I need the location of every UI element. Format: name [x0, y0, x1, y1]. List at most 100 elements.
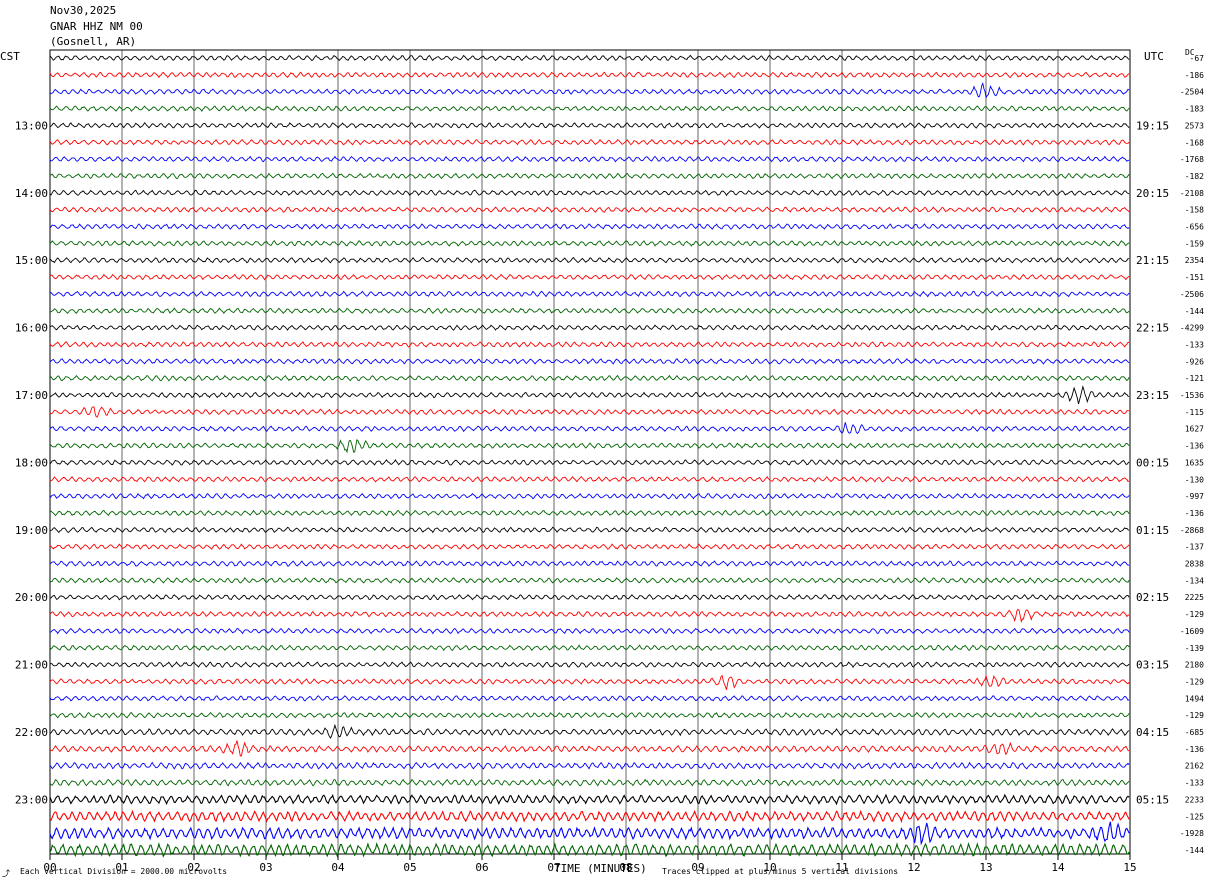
dc-offset-label: -129	[1185, 677, 1204, 686]
seismic-trace	[49, 54, 1130, 62]
seismic-trace	[49, 509, 1130, 517]
dc-offset-label: -4299	[1180, 324, 1204, 333]
dc-offset-label: -129	[1185, 711, 1204, 720]
left-hour-label: 16:00	[15, 322, 48, 335]
left-hour-label: 21:00	[15, 659, 48, 672]
seismic-trace	[49, 172, 1130, 180]
scale-icon: ⤴	[2, 869, 10, 878]
dc-offset-label: -1768	[1180, 155, 1204, 164]
dc-offset-label: 2180	[1185, 661, 1204, 670]
x-tick-label: 13	[979, 861, 992, 874]
helicorder-plot: 00 01 02 03 04 05 06 07 08 09 10 11 12 13 14 15-67-186-…	[15, 49, 1204, 874]
right-hour-label: 05:15	[1136, 793, 1169, 806]
dc-offset-label: -656	[1185, 223, 1204, 232]
seismic-trace	[49, 577, 1130, 584]
plot-frame	[49, 49, 1131, 855]
seismic-trace	[49, 740, 1130, 757]
dc-offset-label: -158	[1185, 206, 1204, 215]
seismic-trace	[49, 793, 1130, 806]
seismic-trace	[49, 723, 1130, 739]
right-hour-label: 02:15	[1136, 591, 1169, 604]
dc-offset-label: 2225	[1185, 593, 1204, 602]
dc-offset-label: 2233	[1185, 795, 1204, 804]
dc-offset-label: -136	[1185, 442, 1204, 451]
seismic-trace	[49, 543, 1130, 551]
seismic-trace	[49, 476, 1130, 483]
seismic-trace	[49, 256, 1130, 264]
left-hour-label: 22:00	[15, 726, 48, 739]
dc-offset-label: -133	[1185, 340, 1204, 349]
seismic-trace	[49, 206, 1130, 213]
seismic-trace	[49, 223, 1130, 230]
seismic-trace	[49, 627, 1130, 635]
dc-offset-label: 1494	[1185, 694, 1204, 703]
left-hour-label: 18:00	[15, 456, 48, 469]
seismic-trace	[49, 438, 1130, 454]
dc-offset-label: -2108	[1180, 189, 1204, 198]
dc-offset-label: -144	[1185, 846, 1204, 855]
right-hour-label: 19:15	[1136, 119, 1169, 132]
dc-offset-label: -130	[1185, 475, 1204, 484]
dc-offset-label: -129	[1185, 610, 1204, 619]
seismic-trace	[49, 385, 1130, 405]
dc-offset-label: -139	[1185, 644, 1204, 653]
seismic-trace	[49, 661, 1130, 669]
seismic-trace	[49, 374, 1130, 382]
seismic-trace	[49, 122, 1130, 129]
seismic-trace	[49, 674, 1130, 690]
dc-offset-label: -159	[1185, 239, 1204, 248]
right-hour-label: 20:15	[1136, 187, 1169, 200]
dc-offset-label: 1627	[1185, 425, 1204, 434]
seismic-trace	[49, 560, 1130, 567]
dc-offset-label: -1536	[1180, 391, 1204, 400]
seismic-trace	[49, 406, 1130, 418]
seismic-trace	[49, 526, 1130, 534]
clip-note: Traces clipped at plus/minus 5 vertical …	[662, 867, 899, 876]
seismic-trace	[49, 422, 1130, 435]
right-hour-label: 01:15	[1136, 524, 1169, 537]
seismic-trace	[49, 71, 1130, 79]
dc-offset-label: -136	[1185, 509, 1204, 518]
dc-offset-label: -136	[1185, 745, 1204, 754]
seismic-trace	[49, 821, 1130, 846]
dc-offset-label: -2504	[1180, 88, 1204, 97]
seismic-trace	[49, 324, 1130, 331]
left-hour-label: 20:00	[15, 591, 48, 604]
dc-offset-label: -186	[1185, 71, 1204, 80]
dc-offset-label: -997	[1185, 492, 1204, 501]
left-hour-label: 23:00	[15, 793, 48, 806]
x-tick-label: 15	[1123, 861, 1136, 874]
seismic-trace	[49, 357, 1130, 365]
seismic-trace	[49, 81, 1130, 99]
dc-offset-label: -168	[1185, 138, 1204, 147]
scale-note: Each Vertical Division = 2000.00 microvo…	[20, 867, 228, 876]
dc-offset-label: -182	[1185, 172, 1204, 181]
dc-offset-label: -144	[1185, 307, 1204, 316]
dc-offset-label: -685	[1185, 728, 1204, 737]
x-axis-title: TIME (MINUTES)	[554, 862, 647, 875]
seismic-trace	[49, 307, 1130, 315]
dc-offset-label: -121	[1185, 374, 1204, 383]
seismic-trace	[49, 341, 1130, 348]
seismic-trace	[49, 492, 1130, 500]
left-hour-label: 14:00	[15, 187, 48, 200]
seismic-trace	[49, 809, 1130, 824]
x-tick-label: 14	[1051, 861, 1065, 874]
seismic-trace	[49, 273, 1130, 281]
dc-offset-label: -151	[1185, 273, 1204, 282]
x-tick-label: 06	[475, 861, 488, 874]
dc-offset-label: 2162	[1185, 762, 1204, 771]
seismic-trace	[49, 711, 1130, 719]
dc-offset-label: -137	[1185, 543, 1204, 552]
dc-offset-label: -926	[1185, 357, 1204, 366]
seismic-trace	[49, 694, 1130, 702]
seismic-trace	[49, 778, 1130, 787]
right-hour-label: 03:15	[1136, 659, 1169, 672]
dc-offset-label: 2354	[1185, 256, 1204, 265]
seismic-trace	[49, 155, 1130, 163]
seismic-trace	[49, 644, 1130, 652]
dc-offset-label: -2868	[1180, 526, 1204, 535]
dc-offset-label: -1609	[1180, 627, 1204, 636]
right-hour-label: 04:15	[1136, 726, 1169, 739]
dc-offset-label: -133	[1185, 779, 1204, 788]
